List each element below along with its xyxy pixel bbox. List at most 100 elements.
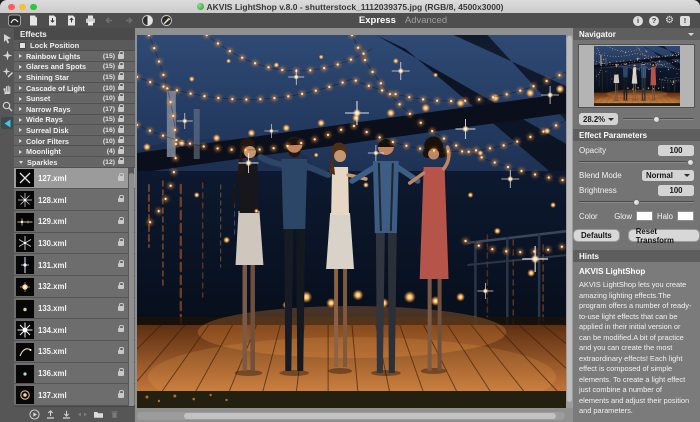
lock-icon[interactable]	[118, 306, 124, 311]
open-image-button[interactable]	[46, 14, 59, 27]
effect-group-rainbow-lights[interactable]: Rainbow Lights(15)	[14, 51, 135, 62]
halo-color-swatch[interactable]	[677, 211, 694, 221]
lock-icon[interactable]	[118, 198, 124, 203]
light-eraser-tool[interactable]	[1, 66, 13, 78]
light-brush-tool[interactable]	[1, 49, 13, 61]
expand-icon[interactable]	[19, 97, 22, 101]
lock-icon[interactable]	[118, 241, 124, 246]
close-window-button[interactable]	[8, 4, 15, 11]
expand-icon[interactable]	[19, 150, 22, 154]
lock-icon[interactable]	[118, 350, 124, 355]
zoom-dropdown[interactable]: 28.2%	[579, 113, 618, 125]
lock-icon[interactable]	[118, 139, 124, 144]
toggle-effects-panel-icon[interactable]	[1, 117, 13, 129]
lock-icon[interactable]	[118, 149, 124, 154]
collapse-icon[interactable]	[19, 161, 23, 164]
sparkle-item-133[interactable]: 133.xml	[14, 298, 135, 320]
lock-icon[interactable]	[118, 176, 124, 181]
tab-advanced[interactable]: Advanced	[405, 15, 447, 26]
effect-group-sunset[interactable]: Sunset(10)	[14, 93, 135, 104]
lock-icon[interactable]	[118, 118, 124, 123]
share-button[interactable]	[160, 14, 173, 27]
glow-color-swatch[interactable]	[636, 211, 653, 221]
expand-icon[interactable]	[19, 75, 22, 79]
sparkle-item-129[interactable]: 129.xml	[14, 211, 135, 233]
lock-position-checkbox[interactable]	[19, 42, 26, 49]
lock-icon[interactable]	[118, 86, 124, 91]
slider-handle[interactable]	[653, 116, 660, 123]
effect-group-glares-and-spots[interactable]: Glares and Spots(15)	[14, 62, 135, 73]
effects-scrollbar[interactable]	[128, 168, 134, 422]
expand-icon[interactable]	[19, 65, 22, 69]
sparkle-item-135[interactable]: 135.xml	[14, 341, 135, 363]
expand-icon[interactable]	[19, 139, 22, 143]
sparkle-item-136[interactable]: 136.xml	[14, 363, 135, 385]
expand-icon[interactable]	[19, 128, 22, 132]
print-button[interactable]	[84, 14, 97, 27]
preferences-icon[interactable]: ⚙	[665, 16, 674, 26]
info-icon[interactable]: i	[633, 16, 643, 26]
sparkle-item-127[interactable]: 127.xml	[14, 168, 135, 190]
effect-group-wide-rays[interactable]: Wide Rays(15)	[14, 115, 135, 126]
export-presets-button[interactable]	[61, 409, 72, 420]
expand-icon[interactable]	[19, 107, 22, 111]
zoom-tool[interactable]	[1, 100, 13, 112]
workspace-icon[interactable]	[8, 14, 21, 27]
lock-position-row[interactable]: Lock Position	[14, 40, 135, 51]
scrollbar-thumb[interactable]	[184, 413, 556, 419]
expand-icon[interactable]	[19, 54, 22, 58]
brightness-value[interactable]: 100	[658, 185, 694, 196]
sparkle-item-137[interactable]: 137.xml	[14, 384, 135, 406]
lock-icon[interactable]	[118, 393, 124, 398]
sparkle-item-132[interactable]: 132.xml	[14, 276, 135, 298]
sparkle-item-128[interactable]: 128.xml	[14, 189, 135, 211]
effect-group-color-filters[interactable]: Color Filters(10)	[14, 136, 135, 147]
slider-handle[interactable]	[687, 159, 694, 166]
canvas-horizontal-scrollbar[interactable]	[137, 412, 565, 420]
sparkle-item-130[interactable]: 130.xml	[14, 233, 135, 255]
navigator-viewport[interactable]	[578, 44, 695, 108]
expand-icon[interactable]	[19, 118, 22, 122]
scrollbar-thumb[interactable]	[567, 36, 572, 402]
minimize-window-button[interactable]	[19, 4, 26, 11]
lock-icon[interactable]	[118, 128, 124, 133]
scrollbar-thumb[interactable]	[129, 173, 134, 417]
help-icon[interactable]: ?	[649, 16, 659, 26]
canvas-vertical-scrollbar[interactable]	[566, 35, 573, 408]
maximize-window-button[interactable]	[30, 4, 37, 11]
zoom-slider[interactable]	[623, 115, 694, 123]
defaults-button[interactable]: Defaults	[573, 229, 620, 242]
save-image-button[interactable]	[65, 14, 78, 27]
effect-group-shining-star[interactable]: Shining Star(15)	[14, 72, 135, 83]
brightness-slider[interactable]	[579, 198, 694, 206]
opacity-slider[interactable]	[579, 158, 694, 166]
lock-icon[interactable]	[118, 65, 124, 70]
sparkle-item-134[interactable]: 134.xml	[14, 319, 135, 341]
preview-play-button[interactable]	[29, 409, 40, 420]
opacity-value[interactable]: 100	[658, 145, 694, 156]
effect-group-sparkles[interactable]: Sparkles(12)	[14, 157, 135, 168]
lock-icon[interactable]	[118, 285, 124, 290]
lock-icon[interactable]	[118, 220, 124, 225]
slider-handle[interactable]	[633, 199, 640, 206]
open-folder-button[interactable]	[93, 409, 104, 420]
lock-icon[interactable]	[118, 54, 124, 59]
lock-icon[interactable]	[118, 371, 124, 376]
post-processing-button[interactable]	[141, 14, 154, 27]
lock-icon[interactable]	[118, 96, 124, 101]
feedback-icon[interactable]: !	[680, 16, 690, 26]
lock-icon[interactable]	[118, 75, 124, 80]
lock-icon[interactable]	[118, 263, 124, 268]
effect-group-moonlight[interactable]: Moonlight(4)	[14, 146, 135, 157]
lock-icon[interactable]	[118, 328, 124, 333]
photo-preview[interactable]	[137, 35, 568, 408]
import-presets-button[interactable]	[45, 409, 56, 420]
navigator-menu-icon[interactable]	[688, 33, 694, 36]
effect-group-cascade-of-light[interactable]: Cascade of Light(10)	[14, 83, 135, 94]
tab-express[interactable]: Express	[359, 15, 396, 26]
blend-mode-dropdown[interactable]: Normal	[642, 170, 694, 181]
new-image-button[interactable]	[27, 14, 40, 27]
effect-group-narrow-rays[interactable]: Narrow Rays(17)	[14, 104, 135, 115]
transform-tool[interactable]	[1, 32, 13, 44]
expand-icon[interactable]	[19, 86, 22, 90]
